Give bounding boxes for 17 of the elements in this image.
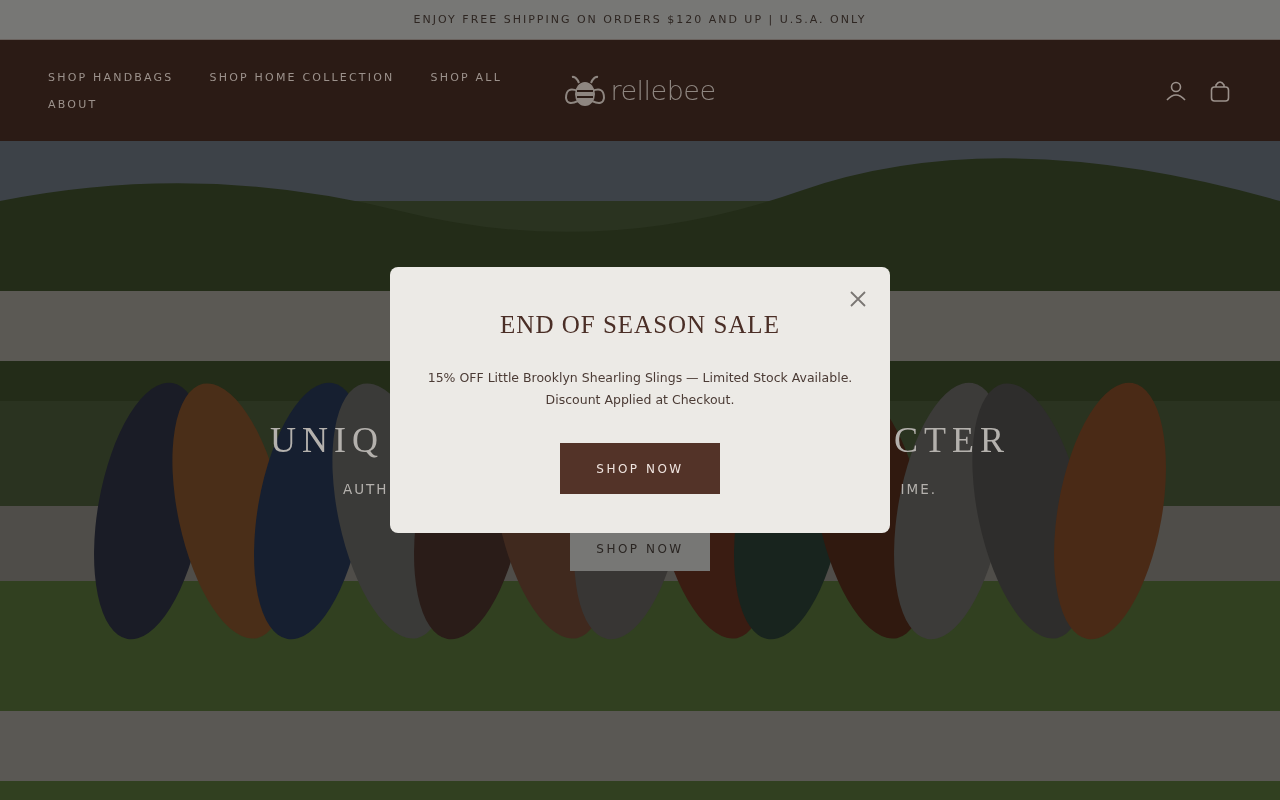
bag-icon[interactable] [1208,78,1232,103]
hero-heading: UNIQ [270,419,384,461]
nav-link[interactable]: ABOUT [48,97,98,111]
popup-title: END OF SEASON SALE [500,311,780,339]
shop-now-button[interactable]: SHOP NOW [560,443,720,494]
bee-icon [564,73,607,108]
logo-text[interactable]: rellebee [610,75,716,106]
hero-subtitle: IME. [900,481,937,497]
announcement-text: ENJOY FREE SHIPPING ON ORDERS $120 AND UP | U.S.A. ONLY [413,13,867,26]
hero-heading: CTER [894,419,1010,461]
hero-subtitle: AUTH [343,481,389,497]
popup-text: Discount Applied at Checkout. [545,391,735,409]
nav-link[interactable]: SHOP HANDBAGS [48,70,174,84]
popup-text: 15% OFF Little Brooklyn Shearling Slings — Limited Stock Available. [427,369,853,387]
nav-link[interactable]: SHOP ALL [430,70,502,84]
nav-link[interactable]: SHOP HOME COLLECTION [209,70,395,84]
close-icon[interactable] [848,289,868,309]
